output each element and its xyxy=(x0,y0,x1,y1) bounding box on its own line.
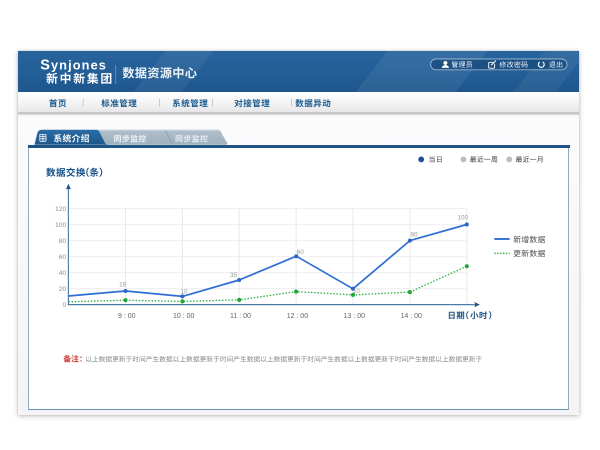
svg-text:60: 60 xyxy=(59,254,67,261)
svg-text:10: 10 xyxy=(180,289,188,296)
svg-text:40: 40 xyxy=(59,270,67,277)
svg-text:14 : 00: 14 : 00 xyxy=(400,313,422,320)
svg-text:35: 35 xyxy=(230,272,238,279)
svg-text:11 : 00: 11 : 00 xyxy=(230,313,251,320)
svg-text:0: 0 xyxy=(63,302,67,309)
svg-text:9 : 00: 9 : 00 xyxy=(118,313,136,320)
svg-text:Synjones: Synjones xyxy=(40,57,107,73)
svg-text:13 : 00: 13 : 00 xyxy=(344,313,366,320)
svg-text:12 : 00: 12 : 00 xyxy=(287,313,309,320)
svg-text:18: 18 xyxy=(119,282,127,289)
svg-text:20: 20 xyxy=(59,286,67,293)
svg-text:100: 100 xyxy=(55,222,67,229)
svg-text:10: 10 xyxy=(353,289,360,295)
svg-text:100: 100 xyxy=(457,215,468,222)
svg-text:60: 60 xyxy=(297,249,305,256)
svg-text:10 : 00: 10 : 00 xyxy=(173,313,195,320)
svg-text:120: 120 xyxy=(55,206,67,213)
svg-text:80: 80 xyxy=(59,238,67,245)
svg-text:80: 80 xyxy=(410,232,418,239)
